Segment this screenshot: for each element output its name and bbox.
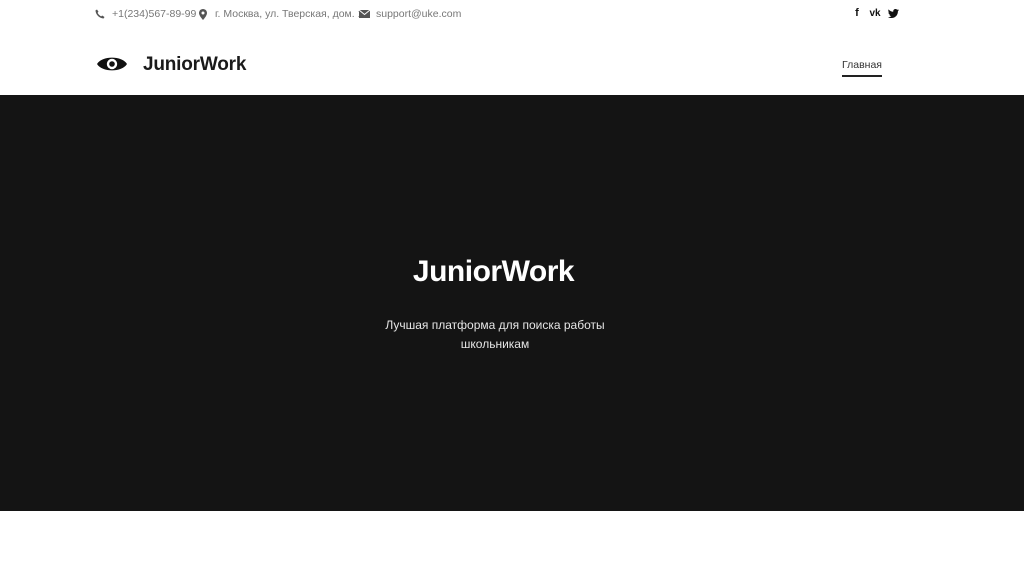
phone-text: +1(234)567-89-99: [112, 8, 197, 20]
envelope-icon: [358, 8, 370, 20]
twitter-icon[interactable]: [887, 6, 899, 20]
hero-section: JuniorWork Лучшая платформа для поиска р…: [0, 95, 1024, 511]
eye-icon[interactable]: [96, 53, 128, 75]
phone-icon: [94, 8, 106, 20]
facebook-icon[interactable]: f: [851, 6, 863, 20]
hero-subtitle: Лучшая платформа для поиска работы школь…: [0, 316, 990, 354]
social-links: f vk: [851, 6, 899, 20]
site-header: JuniorWork Главная: [0, 30, 1024, 95]
contact-email[interactable]: support@uke.com: [358, 8, 461, 20]
brand-name[interactable]: JuniorWork: [143, 54, 246, 76]
top-bar: +1(234)567-89-99 г. Москва, ул. Тверская…: [0, 0, 1024, 30]
contact-phone: +1(234)567-89-99: [94, 8, 196, 20]
address-text: г. Москва, ул. Тверская, дом. 1: [215, 8, 364, 20]
vk-icon[interactable]: vk: [867, 6, 883, 20]
nav-item-home[interactable]: Главная: [842, 59, 882, 77]
hero-subtitle-line-2: школьникам: [460, 337, 530, 351]
contact-address: г. Москва, ул. Тверская, дом. 1: [197, 8, 363, 20]
hero-title: JuniorWork: [412, 255, 575, 288]
email-link[interactable]: support@uke.com: [376, 8, 461, 20]
hero-subtitle-line-1: Лучшая платформа для поиска работы: [385, 318, 605, 332]
map-marker-icon: [197, 8, 209, 20]
